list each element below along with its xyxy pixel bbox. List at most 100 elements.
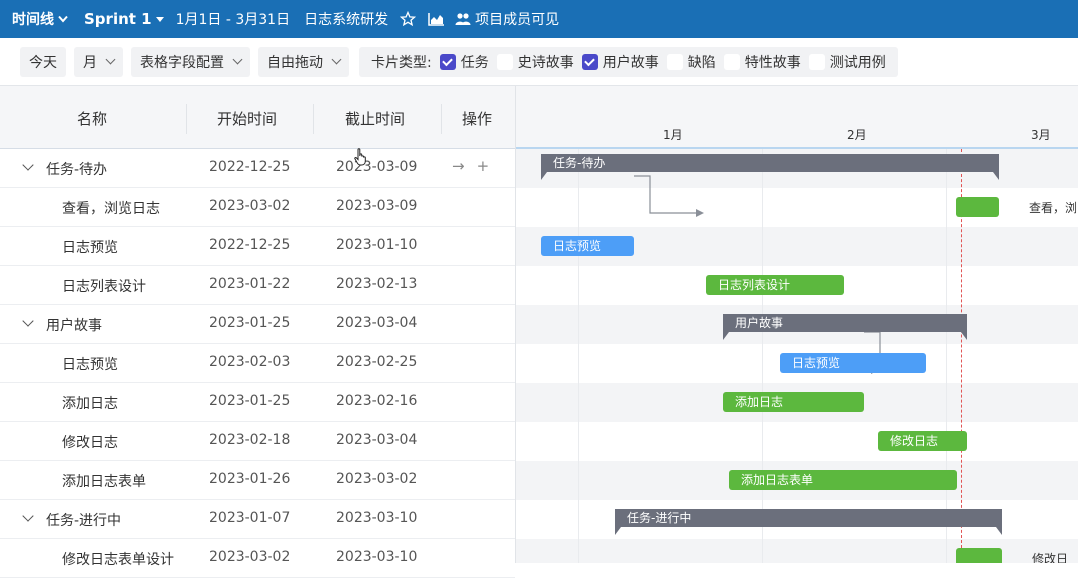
checkbox-unchecked-icon[interactable]	[808, 53, 825, 70]
checkbox-unchecked-icon[interactable]	[723, 53, 740, 70]
row-name[interactable]: 日志预览	[62, 237, 118, 257]
row-end-date: 2023-02-16	[336, 393, 418, 409]
table-row[interactable]: 日志预览 2023-02-03 2023-02-25	[0, 344, 515, 383]
drag-mode-select[interactable]: 自由拖动	[258, 46, 349, 77]
group-row[interactable]: 任务-进行中 2023-01-07 2023-03-10	[0, 500, 515, 539]
row-name[interactable]: 添加日志	[62, 393, 118, 413]
row-name[interactable]: 用户故事	[46, 315, 102, 335]
table-row[interactable]: 修改日志 2023-02-18 2023-03-04	[0, 422, 515, 461]
card-type-feature[interactable]: 特性故事	[723, 52, 801, 72]
row-actions: → +	[452, 157, 489, 175]
caret-down-icon	[155, 16, 164, 22]
checkbox-unchecked-icon[interactable]	[666, 53, 683, 70]
column-divider[interactable]	[186, 104, 187, 134]
task-bar[interactable]	[956, 548, 1002, 563]
row-start-date: 2023-01-07	[209, 510, 291, 526]
header-start: 开始时间	[217, 110, 278, 128]
row-end-date: 2023-03-02	[336, 471, 418, 487]
bar-outside-label: 修改日	[1032, 552, 1069, 563]
hand-cursor-icon	[354, 148, 366, 166]
task-bar[interactable]: 日志预览	[780, 353, 926, 373]
column-divider[interactable]	[313, 104, 314, 134]
row-start-date: 2023-01-25	[209, 393, 291, 409]
row-name[interactable]: 任务-进行中	[46, 510, 121, 530]
card-types-label: 卡片类型:	[371, 54, 432, 71]
star-icon[interactable]	[400, 11, 417, 27]
card-type-user-story[interactable]: 用户故事	[581, 52, 659, 72]
sprint-selector[interactable]: Sprint 1	[84, 10, 164, 28]
row-end-date: 2023-03-09	[336, 159, 418, 175]
task-bar[interactable]: 日志列表设计	[706, 275, 844, 295]
task-bar[interactable]: 修改日志	[878, 431, 967, 451]
group-bar[interactable]: 任务-进行中	[615, 509, 1002, 535]
column-divider[interactable]	[441, 104, 442, 134]
project-name: 日志系统研发	[304, 12, 389, 28]
row-start-date: 2023-01-22	[209, 276, 291, 292]
table-row[interactable]: 日志预览 2022-12-25 2023-01-10	[0, 227, 515, 266]
table-row[interactable]: 日志列表设计 2023-01-22 2023-02-13	[0, 266, 515, 305]
row-start-date: 2022-12-25	[209, 237, 291, 253]
table-row[interactable]: 添加日志表单 2023-01-26 2023-03-02	[0, 461, 515, 500]
task-bar[interactable]: 添加日志表单	[729, 470, 957, 490]
chevron-down-icon	[232, 54, 243, 65]
card-type-test-case[interactable]: 测试用例	[808, 52, 886, 72]
row-end-date: 2023-01-10	[336, 237, 418, 253]
view-label: 时间线	[12, 12, 54, 28]
checkbox-checked-icon[interactable]	[581, 53, 598, 70]
row-name[interactable]: 日志预览	[62, 354, 118, 374]
row-name[interactable]: 修改日志表单设计	[62, 549, 174, 569]
header-name: 名称	[77, 110, 108, 128]
card-type-label: 用户故事	[602, 54, 659, 71]
members-visibility[interactable]: 项目成员可见	[455, 9, 559, 29]
card-type-epic[interactable]: 史诗故事	[496, 52, 574, 72]
today-button[interactable]: 今天	[20, 46, 66, 77]
row-name[interactable]: 添加日志表单	[62, 471, 146, 491]
view-switcher[interactable]: 时间线	[12, 9, 68, 29]
row-end-date: 2023-03-09	[336, 198, 418, 214]
table-row[interactable]: 添加日志 2023-01-25 2023-02-16	[0, 383, 515, 422]
collapse-chevron-icon[interactable]	[22, 159, 34, 171]
row-name[interactable]: 修改日志	[62, 432, 118, 452]
area-chart-icon[interactable]	[428, 12, 445, 26]
card-type-label: 任务	[460, 54, 489, 71]
row-name[interactable]: 查看，浏览日志	[62, 198, 160, 218]
checkbox-unchecked-icon[interactable]	[496, 53, 513, 70]
fields-config-select[interactable]: 表格字段配置	[131, 46, 250, 77]
month-label: 3月	[1031, 128, 1051, 142]
timeline-header: 1月 2月 3月	[516, 86, 1078, 149]
scale-select[interactable]: 月	[74, 46, 123, 77]
scale-label: 月	[83, 54, 97, 71]
row-end-date: 2023-03-04	[336, 432, 418, 448]
fields-config-label: 表格字段配置	[140, 54, 224, 71]
work-item-table: 名称 开始时间 截止时间 操作 任务-待办 2022-12-25 2023-03-0…	[0, 86, 515, 578]
task-bar[interactable]	[956, 197, 999, 217]
header-end: 截止时间	[345, 110, 406, 128]
collapse-chevron-icon[interactable]	[22, 510, 34, 522]
members-label: 项目成员可见	[475, 12, 560, 28]
table-row[interactable]: 修改日志表单设计 2023-03-02 2023-03-10	[0, 539, 515, 578]
card-type-task[interactable]: 任务	[439, 52, 489, 72]
group-row[interactable]: 任务-待办 2022-12-25 2023-03-09 → +	[0, 149, 515, 188]
group-row[interactable]: 用户故事 2023-01-25 2023-03-04	[0, 305, 515, 344]
card-type-label: 测试用例	[829, 54, 886, 71]
timeline-body: 任务-待办 查看，浏 日志预览 日志列表设计 用户故事 日志预览 添加日志 修改日志 添加日志表…	[516, 149, 1078, 563]
row-name[interactable]: 任务-待办	[46, 159, 107, 179]
table-row[interactable]: 查看，浏览日志 2023-03-02 2023-03-09	[0, 188, 515, 227]
checkbox-checked-icon[interactable]	[439, 53, 456, 70]
sprint-label: Sprint 1	[84, 10, 152, 28]
arrow-right-icon[interactable]: →	[452, 157, 465, 175]
task-bar[interactable]: 添加日志	[723, 392, 864, 412]
bar-outside-label: 查看，浏	[1029, 201, 1078, 215]
top-bar: 时间线 Sprint 1 1月1日 - 3月31日 日志系统研发 项目成员可见	[0, 0, 1078, 38]
plus-icon[interactable]: +	[477, 157, 490, 175]
group-bar[interactable]: 用户故事	[723, 314, 967, 340]
row-name[interactable]: 日志列表设计	[62, 276, 146, 296]
dependency-arrow	[634, 175, 702, 214]
task-bar[interactable]: 日志预览	[541, 236, 634, 256]
group-bar[interactable]: 任务-待办	[541, 154, 999, 180]
card-type-bug[interactable]: 缺陷	[666, 52, 716, 72]
collapse-chevron-icon[interactable]	[22, 315, 34, 327]
month-label: 1月	[663, 128, 683, 142]
toolbar: 今天 月 表格字段配置 自由拖动 卡片类型: 任务 史诗故事 用户故事 缺陷 特…	[0, 38, 1078, 86]
row-end-date: 2023-03-10	[336, 510, 418, 526]
